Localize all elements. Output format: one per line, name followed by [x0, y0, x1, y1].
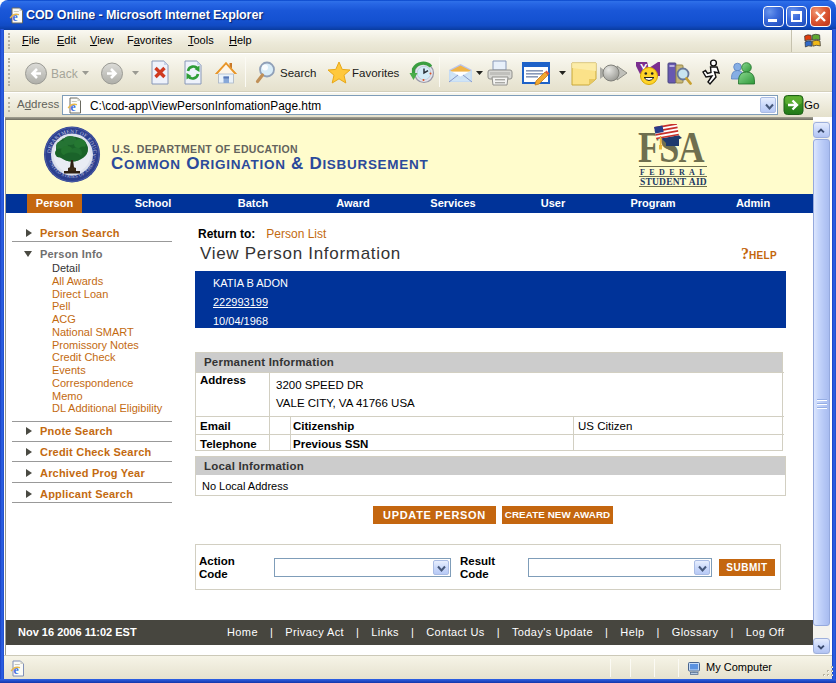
svg-text:e: e	[70, 101, 75, 113]
svg-text:e: e	[12, 11, 17, 23]
svg-text:e: e	[13, 664, 18, 676]
